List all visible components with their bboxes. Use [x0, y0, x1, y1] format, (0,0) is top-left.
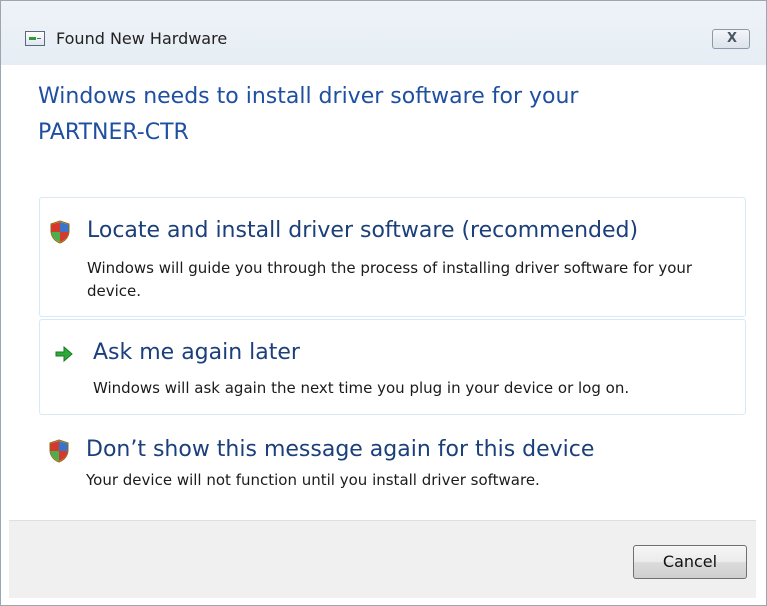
option-dont-show-again[interactable]: Don’t show this message again for this d…: [39, 427, 746, 493]
option-title: Locate and install driver software (reco…: [87, 218, 639, 243]
window-title: Found New Hardware: [56, 29, 228, 48]
option-title: Ask me again later: [93, 340, 300, 365]
option-locate-and-install[interactable]: Locate and install driver software (reco…: [39, 197, 746, 317]
cancel-button[interactable]: Cancel: [633, 545, 747, 579]
dialog-headline: Windows needs to install driver software…: [38, 84, 579, 145]
option-description: Your device will not function until you …: [86, 471, 540, 489]
option-description: Windows will ask again the next time you…: [93, 379, 630, 397]
close-icon: X: [726, 31, 738, 46]
dialog-footer: Cancel: [9, 520, 756, 598]
option-title: Don’t show this message again for this d…: [86, 437, 595, 462]
close-button[interactable]: X: [712, 29, 750, 49]
shield-icon: [50, 220, 70, 244]
green-arrow-icon: [55, 345, 73, 363]
hardware-device-icon: [25, 31, 45, 46]
found-new-hardware-dialog: Found New Hardware X Windows needs to in…: [0, 0, 767, 606]
option-description: Windows will guide you through the proce…: [87, 259, 693, 300]
option-ask-later[interactable]: Ask me again later Windows will ask agai…: [39, 319, 746, 415]
shield-icon: [49, 439, 69, 463]
dialog-content: Windows needs to install driver software…: [9, 65, 756, 520]
title-bar[interactable]: Found New Hardware X: [1, 1, 766, 65]
